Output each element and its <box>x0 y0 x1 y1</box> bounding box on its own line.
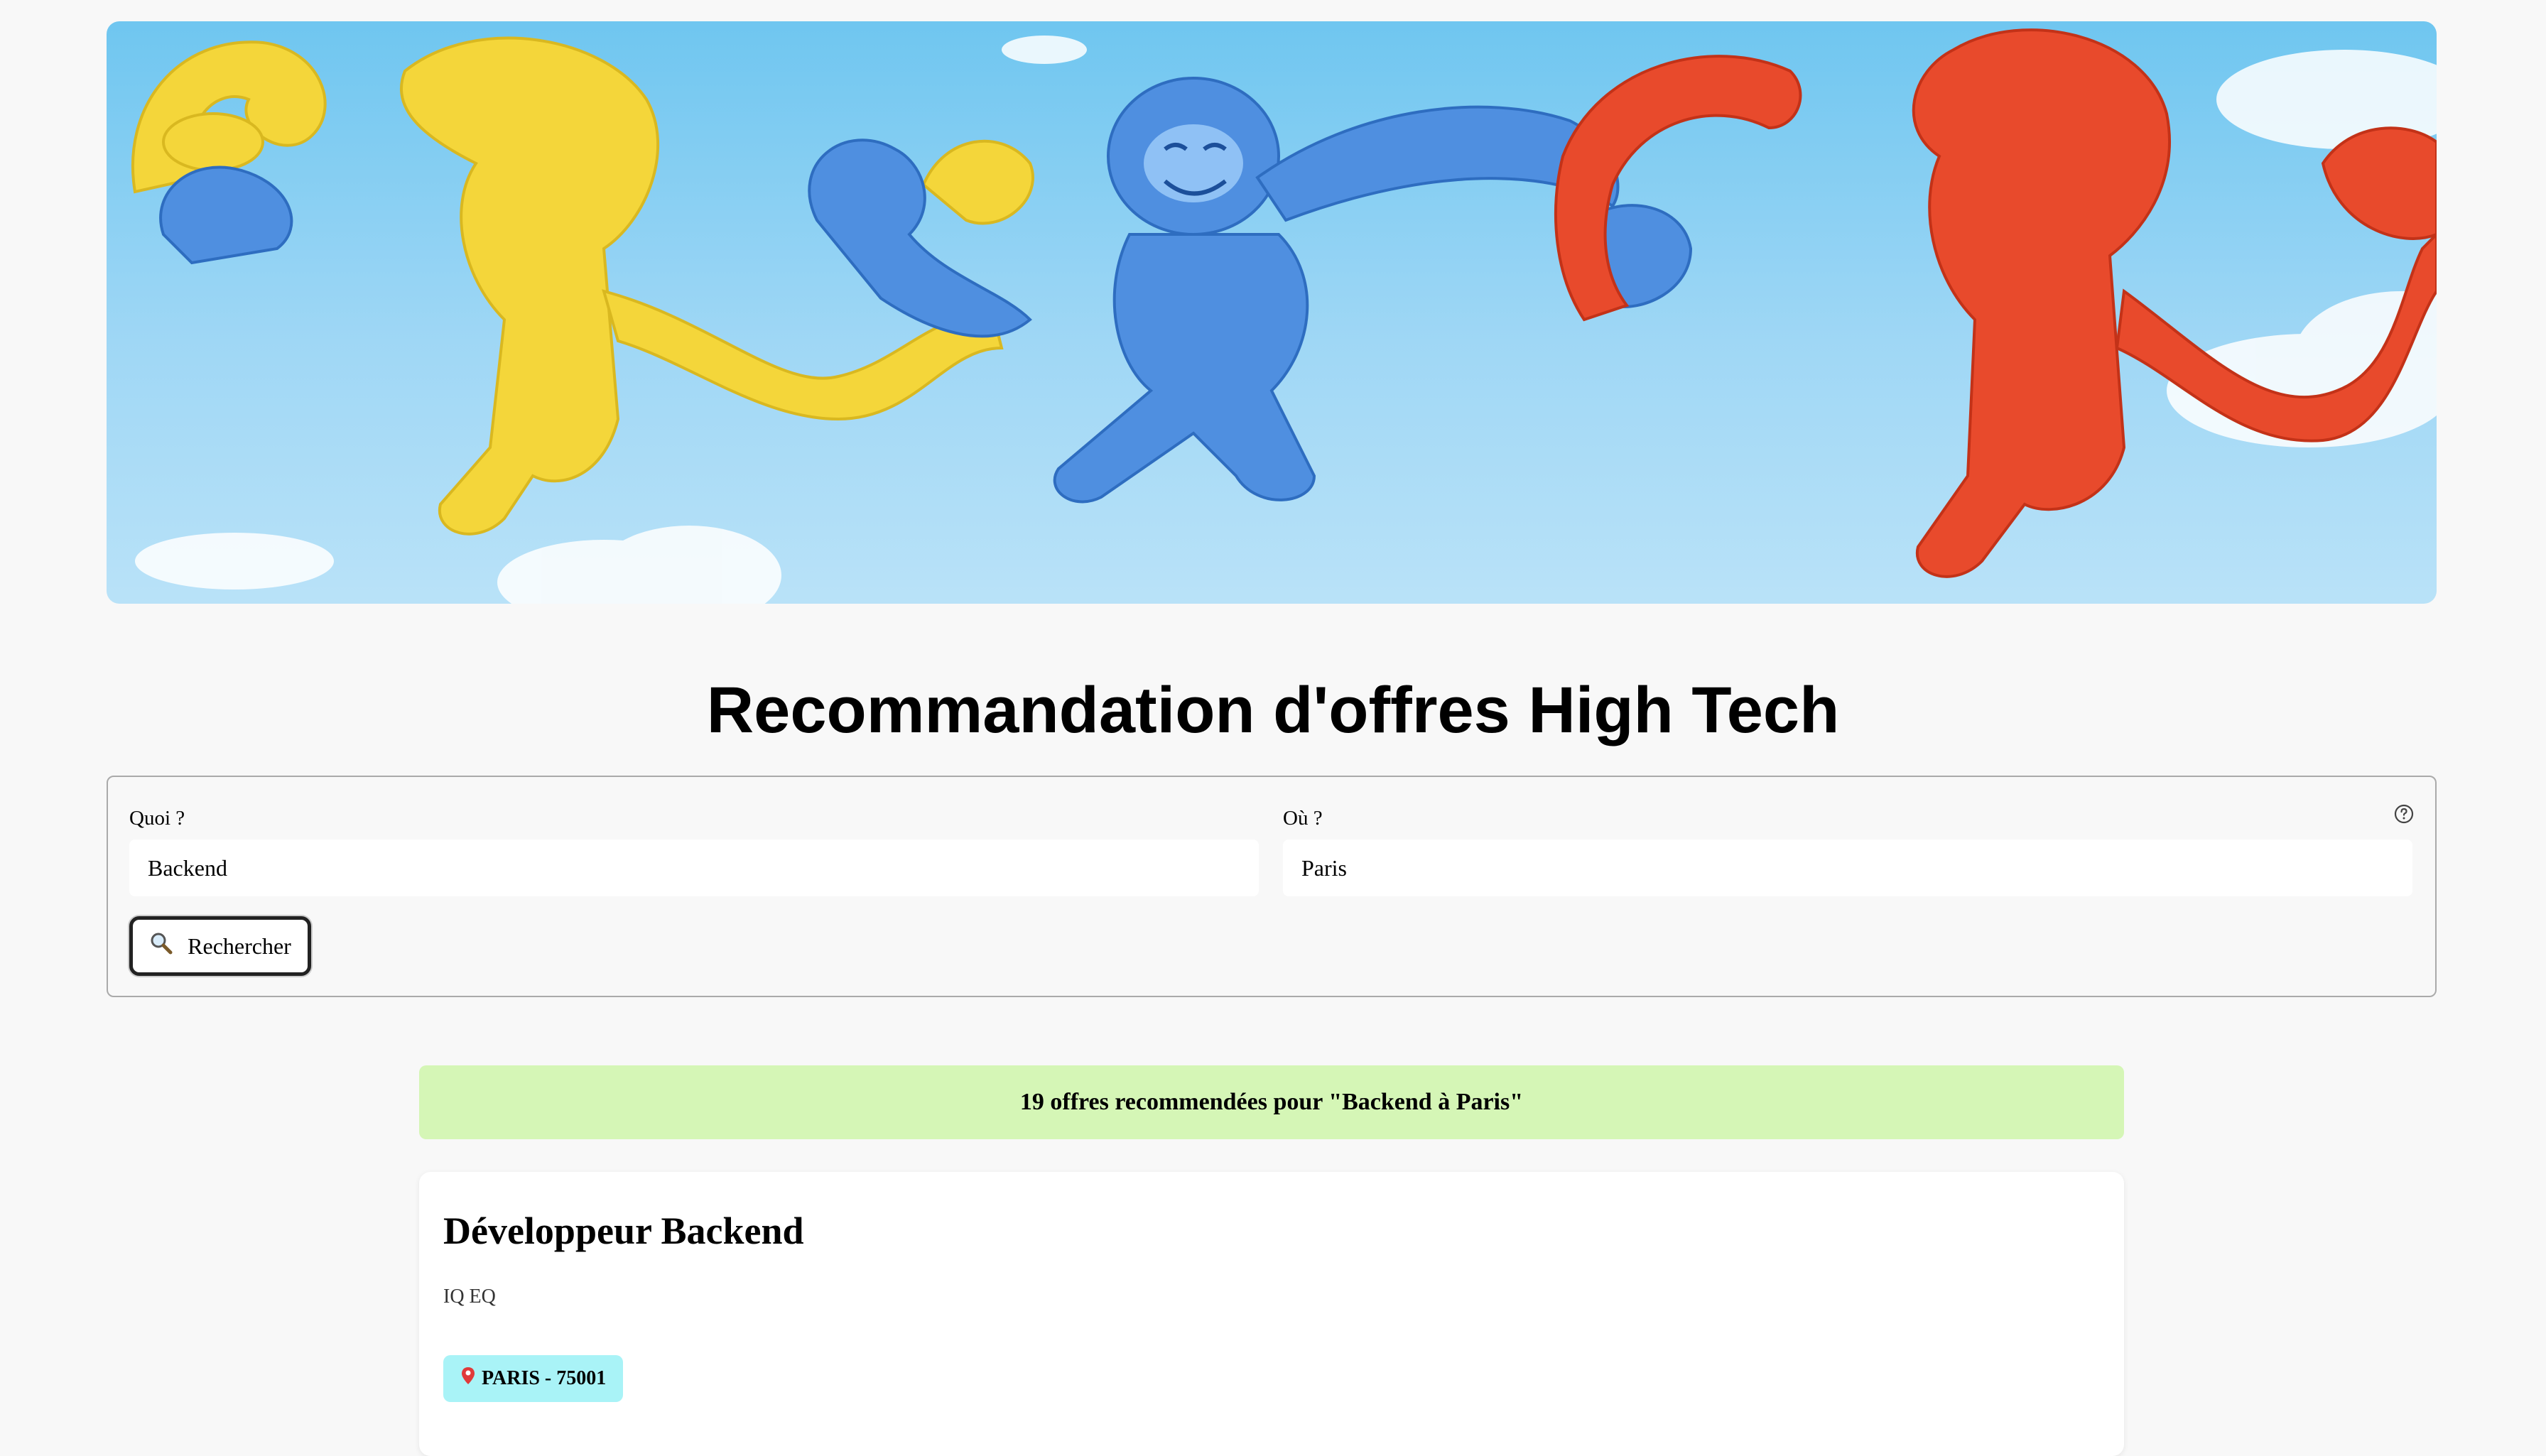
job-title[interactable]: Développeur Backend <box>443 1209 804 1253</box>
search-form: Quoi ? Où ? Rechercher <box>107 776 2437 997</box>
results-summary: 19 offres recommendées pour "Backend à P… <box>419 1065 2124 1139</box>
what-label: Quoi ? <box>129 807 185 830</box>
location-badge: PARIS - 75001 <box>443 1355 624 1402</box>
hero-banner-image <box>107 21 2437 604</box>
where-label: Où ? <box>1283 807 1323 830</box>
help-circle-icon[interactable] <box>2394 804 2414 824</box>
magnifier-icon <box>149 931 173 961</box>
where-input[interactable] <box>1283 840 2412 896</box>
what-input[interactable] <box>129 840 1259 896</box>
search-button-label: Rechercher <box>188 933 291 959</box>
pin-icon <box>460 1366 476 1391</box>
search-button[interactable]: Rechercher <box>129 916 311 976</box>
page-title: Recommandation d'offres High Tech <box>706 674 1840 746</box>
location-text: PARIS - 75001 <box>482 1367 607 1389</box>
job-card[interactable]: Développeur Backend IQ EQ PARIS - 75001 <box>419 1172 2124 1456</box>
job-company: IQ EQ <box>443 1286 496 1308</box>
